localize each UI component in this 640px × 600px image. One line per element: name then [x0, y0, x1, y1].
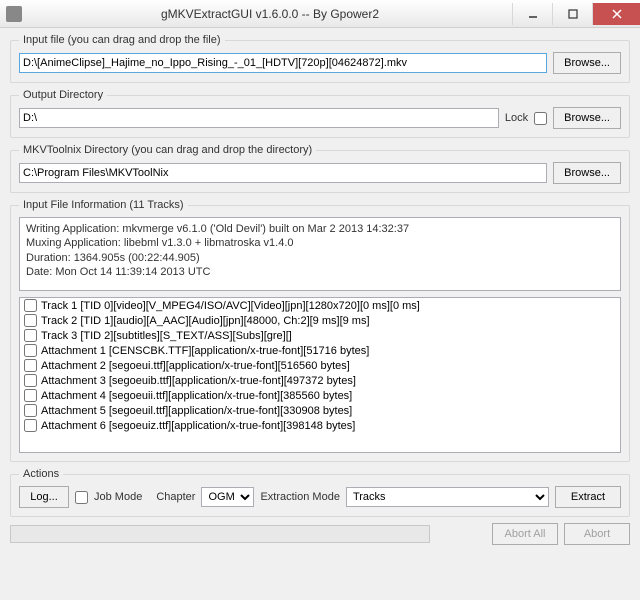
progress-bar — [10, 525, 430, 543]
track-checkbox[interactable] — [24, 344, 37, 357]
list-item[interactable]: Attachment 1 [CENSCBK.TTF][application/x… — [20, 343, 620, 358]
output-dir-browse-button[interactable]: Browse... — [553, 107, 621, 129]
abort-all-button[interactable]: Abort All — [492, 523, 558, 545]
toolnix-dir-field[interactable] — [19, 163, 547, 183]
lock-label: Lock — [505, 112, 528, 124]
track-checkbox[interactable] — [24, 389, 37, 402]
extraction-mode-select[interactable]: Tracks — [346, 487, 549, 507]
track-checkbox[interactable] — [24, 374, 37, 387]
file-info-group: Input File Information (11 Tracks) Writi… — [10, 199, 630, 462]
track-checkbox[interactable] — [24, 299, 37, 312]
input-file-legend: Input file (you can drag and drop the fi… — [19, 34, 225, 46]
abort-button[interactable]: Abort — [564, 523, 630, 545]
track-checkbox[interactable] — [24, 419, 37, 432]
titlebar: gMKVExtractGUI v1.6.0.0 -- By Gpower2 — [0, 0, 640, 28]
info-line: Writing Application: mkvmerge v6.1.0 ('O… — [26, 222, 614, 236]
file-info-legend: Input File Information (11 Tracks) — [19, 199, 188, 211]
list-item[interactable]: Track 3 [TID 2][subtitles][S_TEXT/ASS][S… — [20, 328, 620, 343]
input-file-group: Input file (you can drag and drop the fi… — [10, 34, 630, 83]
output-dir-group: Output Directory Lock Browse... — [10, 89, 630, 138]
list-item[interactable]: Track 1 [TID 0][video][V_MPEG4/ISO/AVC][… — [20, 298, 620, 313]
track-checkbox[interactable] — [24, 359, 37, 372]
list-item[interactable]: Attachment 3 [segoeuib.ttf][application/… — [20, 373, 620, 388]
track-list[interactable]: Track 1 [TID 0][video][V_MPEG4/ISO/AVC][… — [19, 297, 621, 453]
actions-legend: Actions — [19, 468, 63, 480]
extract-button[interactable]: Extract — [555, 486, 621, 508]
file-info-box: Writing Application: mkvmerge v6.1.0 ('O… — [19, 217, 621, 291]
list-item[interactable]: Attachment 6 [segoeuiz.ttf][application/… — [20, 418, 620, 433]
actions-group: Actions Log... Job Mode Chapter OGM Extr… — [10, 468, 630, 517]
list-item[interactable]: Attachment 4 [segoeuii.ttf][application/… — [20, 388, 620, 403]
toolnix-dir-browse-button[interactable]: Browse... — [553, 162, 621, 184]
input-file-field[interactable] — [19, 53, 547, 73]
log-button[interactable]: Log... — [19, 486, 69, 508]
info-line: Date: Mon Oct 14 11:39:14 2013 UTC — [26, 265, 614, 279]
output-dir-field[interactable] — [19, 108, 499, 128]
chapter-label: Chapter — [156, 491, 195, 503]
list-item[interactable]: Track 2 [TID 1][audio][A_AAC][Audio][jpn… — [20, 313, 620, 328]
chapter-select[interactable]: OGM — [201, 487, 254, 507]
window-title: gMKVExtractGUI v1.6.0.0 -- By Gpower2 — [28, 7, 512, 21]
close-button[interactable] — [592, 3, 640, 25]
track-checkbox[interactable] — [24, 314, 37, 327]
list-item[interactable]: Attachment 2 [segoeui.ttf][application/x… — [20, 358, 620, 373]
job-mode-label: Job Mode — [94, 491, 142, 503]
job-mode-checkbox[interactable] — [75, 491, 88, 504]
track-checkbox[interactable] — [24, 329, 37, 342]
list-item[interactable]: Attachment 5 [segoeuil.ttf][application/… — [20, 403, 620, 418]
toolnix-dir-group: MKVToolnix Directory (you can drag and d… — [10, 144, 630, 193]
app-icon — [6, 6, 22, 22]
input-file-browse-button[interactable]: Browse... — [553, 52, 621, 74]
output-dir-legend: Output Directory — [19, 89, 107, 101]
toolnix-dir-legend: MKVToolnix Directory (you can drag and d… — [19, 144, 316, 156]
track-checkbox[interactable] — [24, 404, 37, 417]
extraction-mode-label: Extraction Mode — [260, 491, 339, 503]
info-line: Muxing Application: libebml v1.3.0 + lib… — [26, 236, 614, 250]
maximize-button[interactable] — [552, 3, 592, 25]
minimize-button[interactable] — [512, 3, 552, 25]
info-line: Duration: 1364.905s (00:22:44.905) — [26, 251, 614, 265]
lock-checkbox[interactable] — [534, 112, 547, 125]
